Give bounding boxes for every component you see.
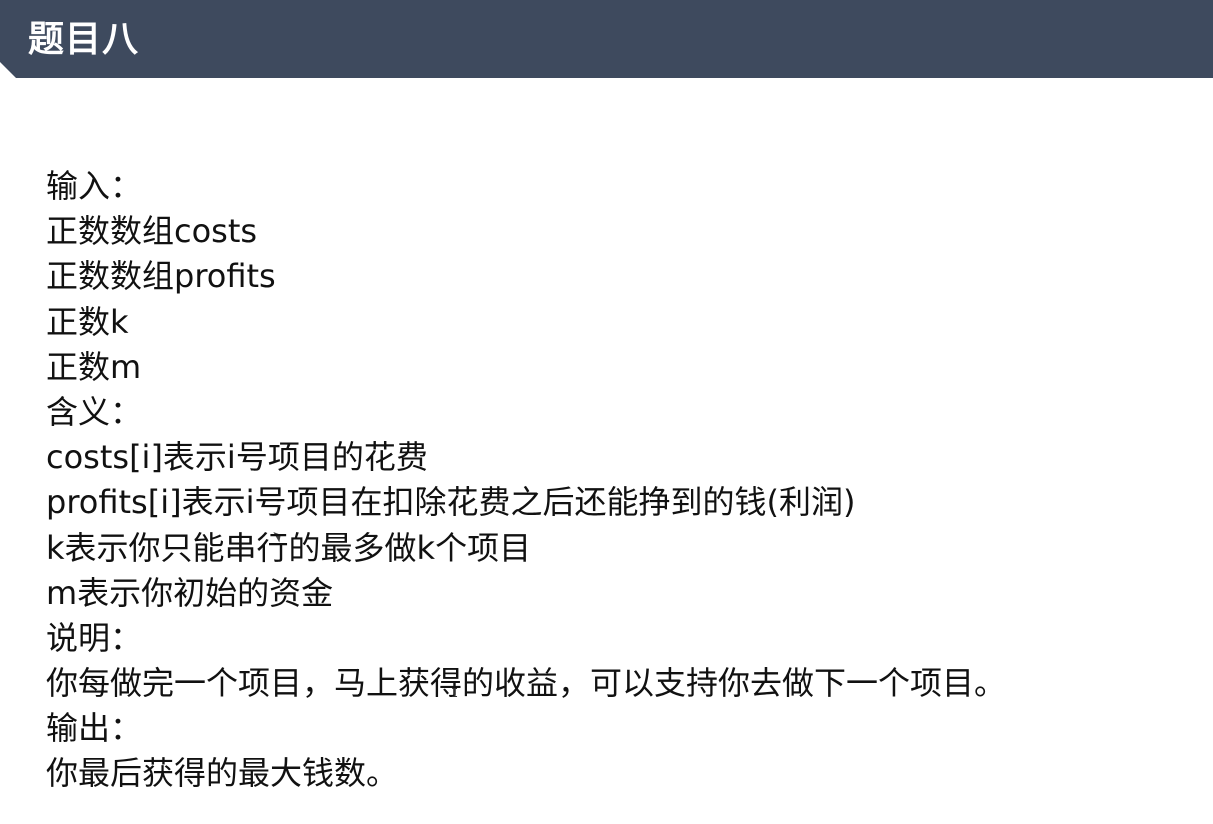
- text-line-k-meaning: k表示你只能串行的最多做k个项目: [46, 528, 532, 567]
- text-line-profits-meaning: profits[i]表示i号项目在扣除花费之后还能挣到的钱(利润): [46, 483, 856, 522]
- text-line-costs: 正数数组costs: [46, 212, 258, 251]
- text-line-k: 正数k: [46, 302, 129, 341]
- text-line-costs-meaning: costs[i]表示i号项目的花费: [46, 438, 428, 477]
- page-title: 题目八: [28, 19, 140, 60]
- text-line-input-heading: 输入：: [46, 167, 143, 205]
- text-line-output: 你最后获得的最大钱数。: [46, 754, 399, 793]
- text-line-meaning-heading: 含义：: [46, 392, 143, 431]
- text-line-profits: 正数数组profits: [46, 257, 276, 296]
- slide-content: 输入： 正数数组costs 正数数组profits 正数k 正数m 含义： co…: [46, 164, 1196, 797]
- text-line-note: 你每做完一个项目，马上获得的收益，可以支持你去做下一个项目。: [46, 664, 1007, 703]
- slide-header: 题目八: [0, 0, 1213, 78]
- text-line-m: 正数m: [46, 347, 142, 386]
- header-corner-notch: [0, 62, 16, 78]
- text-line-m-meaning: m表示你初始的资金: [46, 573, 334, 612]
- text-line-output-heading: 输出：: [46, 709, 143, 748]
- text-line-note-heading: 说明：: [46, 618, 143, 657]
- i-beam-cursor-icon: I: [451, 686, 459, 700]
